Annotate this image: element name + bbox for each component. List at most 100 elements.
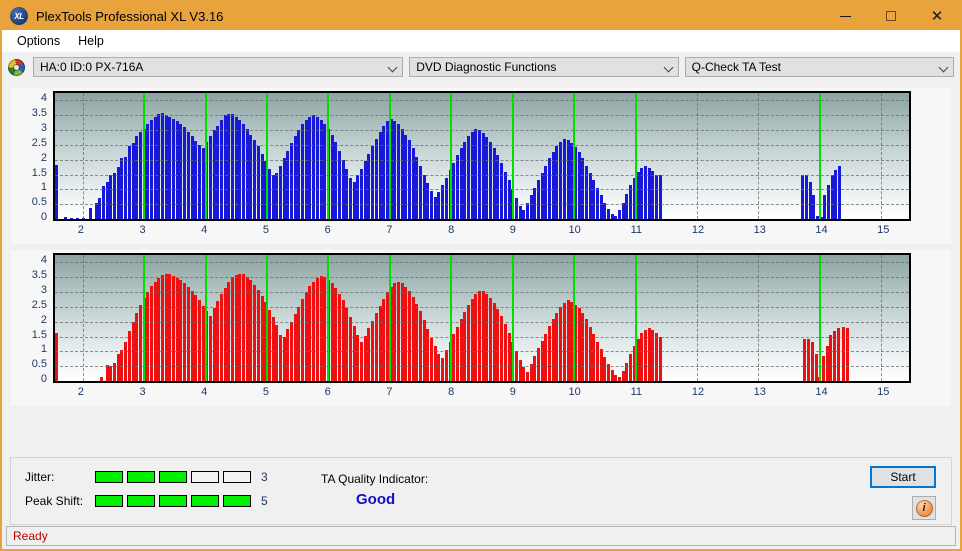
chart-bar: [338, 151, 341, 219]
chart-bar: [194, 295, 197, 381]
x-axis-tick-label: 4: [201, 224, 207, 236]
x-axis-tick-label: 4: [201, 386, 207, 398]
y-axis-tick-label: 1: [13, 181, 47, 193]
plot-area: [53, 253, 911, 383]
chart-bar: [268, 310, 271, 381]
gridline-horizontal: [55, 337, 909, 338]
meter-segment: [95, 471, 123, 483]
x-axis-labels: 23456789101112131415: [53, 386, 911, 406]
chart-bar: [578, 152, 581, 219]
chart-bar: [500, 316, 503, 381]
x-axis-tick-label: 11: [631, 386, 642, 398]
chart-bar: [198, 300, 201, 381]
x-axis-tick-label: 7: [386, 386, 392, 398]
marker-line: [635, 93, 637, 219]
close-button[interactable]: ✕: [914, 2, 960, 30]
meter-segment: [95, 495, 123, 507]
chart-bar: [456, 155, 459, 219]
chart-bar: [430, 338, 433, 381]
chart-bar: [596, 342, 599, 381]
chart-bar: [275, 173, 278, 219]
start-button-label: Start: [890, 470, 915, 484]
chart-bar: [342, 300, 345, 381]
chart-bar: [589, 327, 592, 381]
chevron-down-icon: [940, 64, 947, 71]
menu-item-help[interactable]: Help: [69, 32, 113, 50]
drive-select-value: HA:0 ID:0 PX-716A: [40, 60, 143, 74]
meter-segment: [127, 471, 155, 483]
y-axis-tick-label: 4: [13, 92, 47, 104]
chart-bar: [585, 319, 588, 381]
test-select[interactable]: Q-Check TA Test: [685, 57, 954, 77]
chart-bar: [242, 274, 245, 381]
chart-bar: [807, 339, 810, 381]
plot-area: [53, 91, 911, 221]
chart-bar: [209, 136, 212, 219]
chart-bar: [128, 331, 131, 381]
drive-select[interactable]: HA:0 ID:0 PX-716A: [33, 57, 403, 77]
chart-bar: [135, 136, 138, 219]
chart-bar: [637, 339, 640, 381]
info-button[interactable]: i: [912, 496, 936, 520]
chart-bar: [268, 169, 271, 219]
chart-bar: [482, 133, 485, 219]
gridline-vertical: [758, 255, 759, 381]
gridline-horizontal: [55, 307, 909, 308]
chart-bar: [379, 306, 382, 381]
chart-bar: [659, 337, 662, 381]
marker-line: [143, 93, 145, 219]
gridline-horizontal: [55, 219, 909, 220]
chart-bar: [834, 170, 837, 219]
quality-indicator-value: Good: [356, 491, 395, 508]
info-glyph: i: [922, 502, 925, 514]
plextools-window: XL PlexTools Professional XL V3.16 ✕ Opt…: [0, 0, 962, 551]
chart-bar: [555, 313, 558, 381]
peak-shift-label: Peak Shift:: [25, 494, 95, 508]
chart-bar: [139, 305, 142, 381]
chart-bar: [364, 336, 367, 381]
gridline-horizontal: [55, 145, 909, 146]
chart-bar: [555, 146, 558, 219]
x-axis-tick-label: 10: [568, 224, 580, 236]
chart-bar: [489, 298, 492, 381]
chart-bar: [412, 148, 415, 219]
chart-panel-red: 00.511.522.533.54 23456789101112131415: [10, 249, 952, 407]
chart-bar: [124, 157, 127, 219]
maximize-button[interactable]: [868, 2, 914, 30]
meter-segment: [191, 471, 219, 483]
chart-bar: [213, 308, 216, 381]
menu-item-options[interactable]: Options: [8, 32, 69, 50]
status-text: Ready: [13, 529, 48, 543]
chart-bar: [353, 326, 356, 381]
chart-bar: [128, 146, 131, 219]
y-axis-tick-label: 2.5: [13, 299, 47, 311]
chart-bar: [135, 313, 138, 381]
chart-bar: [55, 195, 58, 219]
chart-bar: [600, 195, 603, 219]
chart-bar: [286, 151, 289, 219]
chart-bar: [833, 331, 836, 381]
minimize-button[interactable]: [822, 2, 868, 30]
function-select[interactable]: DVD Diagnostic Functions: [409, 57, 678, 77]
x-axis-tick-label: 2: [78, 224, 84, 236]
peak-shift-value: 5: [261, 494, 268, 508]
x-axis-tick-label: 15: [877, 386, 889, 398]
meter-segment: [159, 495, 187, 507]
chart-bar: [607, 209, 610, 219]
chart-bar: [496, 155, 499, 219]
y-axis-tick-label: 0: [13, 211, 47, 223]
chart-bar: [519, 206, 522, 219]
chart-bar: [334, 142, 337, 219]
start-button[interactable]: Start: [870, 466, 936, 488]
jitter-label: Jitter:: [25, 470, 95, 484]
function-select-value: DVD Diagnostic Functions: [416, 60, 556, 74]
chart-bar: [578, 308, 581, 381]
chart-bar: [415, 157, 418, 219]
chart-bar: [106, 182, 109, 219]
chart-bar: [504, 324, 507, 381]
title-bar: XL PlexTools Professional XL V3.16 ✕: [2, 2, 960, 30]
chart-bar: [592, 180, 595, 219]
meter-segment: [159, 471, 187, 483]
marker-line: [450, 255, 452, 381]
chart-bar: [625, 194, 628, 219]
